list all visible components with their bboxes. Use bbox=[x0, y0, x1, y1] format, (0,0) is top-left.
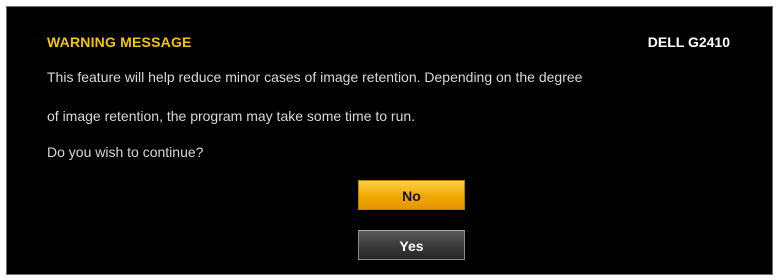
screen: WARNING MESSAGE DELL G2410 This feature … bbox=[0, 0, 778, 280]
confirm-question: Do you wish to continue? bbox=[47, 144, 204, 160]
monitor-model: DELL G2410 bbox=[647, 34, 730, 50]
warning-dialog: WARNING MESSAGE DELL G2410 This feature … bbox=[6, 6, 773, 275]
yes-button[interactable]: Yes bbox=[358, 230, 465, 260]
dialog-title: WARNING MESSAGE bbox=[47, 34, 192, 50]
message-line: This feature will help reduce minor case… bbox=[47, 69, 583, 85]
no-button[interactable]: No bbox=[358, 180, 465, 210]
message-line: of image retention, the program may take… bbox=[47, 108, 416, 124]
